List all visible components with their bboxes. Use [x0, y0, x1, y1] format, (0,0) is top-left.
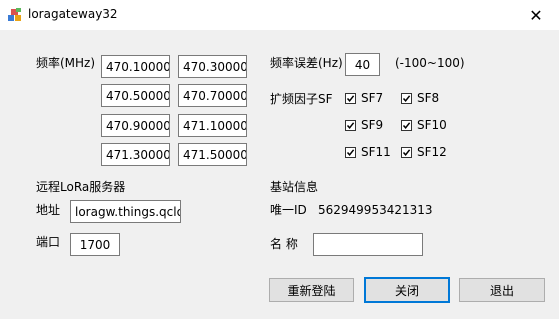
check-icon [402, 148, 411, 156]
check-icon [346, 94, 355, 102]
close-button[interactable]: 关闭 [364, 277, 450, 303]
frequency-input-4[interactable]: 470.700000 [178, 84, 247, 107]
unique-id-label: 唯一ID [270, 203, 307, 217]
main-window: loragateway32 ✕ 频率(MHz) 470.100000 470.3… [0, 0, 559, 319]
frequency-input-7[interactable]: 471.300000 [101, 143, 170, 166]
frequency-label: 频率(MHz) [36, 56, 96, 70]
check-icon [402, 121, 411, 129]
sf8-label: SF8 [417, 91, 440, 105]
frequency-input-8[interactable]: 471.500000 [178, 143, 247, 166]
sf7-checkbox[interactable]: SF7 [345, 91, 383, 105]
sf9-checkbox[interactable]: SF9 [345, 118, 383, 132]
port-label: 端口 [36, 235, 61, 249]
title-bar: loragateway32 ✕ [0, 0, 559, 30]
spreading-factor-label: 扩频因子SF [270, 92, 333, 106]
frequency-input-1[interactable]: 470.100000 [101, 55, 170, 78]
frequency-input-5[interactable]: 470.900000 [101, 114, 170, 137]
frequency-input-6[interactable]: 471.100000 [178, 114, 247, 137]
sf9-label: SF9 [361, 118, 384, 132]
window-close-button[interactable]: ✕ [513, 0, 559, 30]
sf11-checkbox[interactable]: SF11 [345, 145, 391, 159]
address-input[interactable]: loragw.things.qcloud [70, 200, 181, 223]
sf12-label: SF12 [417, 145, 447, 159]
name-label: 名 称 [270, 237, 298, 251]
sf8-checkbox[interactable]: SF8 [401, 91, 439, 105]
name-input[interactable] [313, 233, 423, 256]
freq-error-label: 频率误差(Hz) [270, 56, 343, 70]
exit-button[interactable]: 退出 [459, 278, 545, 302]
check-icon [402, 94, 411, 102]
check-icon [346, 121, 355, 129]
check-icon [346, 148, 355, 156]
sf11-label: SF11 [361, 145, 391, 159]
frequency-input-3[interactable]: 470.500000 [101, 84, 170, 107]
sf10-label: SF10 [417, 118, 447, 132]
sf12-checkbox[interactable]: SF12 [401, 145, 447, 159]
freq-error-range: (-100~100) [395, 56, 465, 70]
sf10-checkbox[interactable]: SF10 [401, 118, 447, 132]
sf7-label: SF7 [361, 91, 384, 105]
base-station-title: 基站信息 [270, 180, 319, 194]
app-icon [8, 8, 21, 21]
address-label: 地址 [36, 203, 61, 217]
remote-server-title: 远程LoRa服务器 [36, 180, 126, 194]
window-title: loragateway32 [28, 7, 118, 21]
freq-error-input[interactable]: 40 [345, 53, 380, 76]
port-input[interactable]: 1700 [70, 233, 120, 256]
close-icon: ✕ [529, 5, 543, 25]
relogin-button[interactable]: 重新登陆 [269, 278, 354, 302]
frequency-input-2[interactable]: 470.300000 [178, 55, 247, 78]
unique-id-value: 562949953421313 [318, 203, 433, 217]
